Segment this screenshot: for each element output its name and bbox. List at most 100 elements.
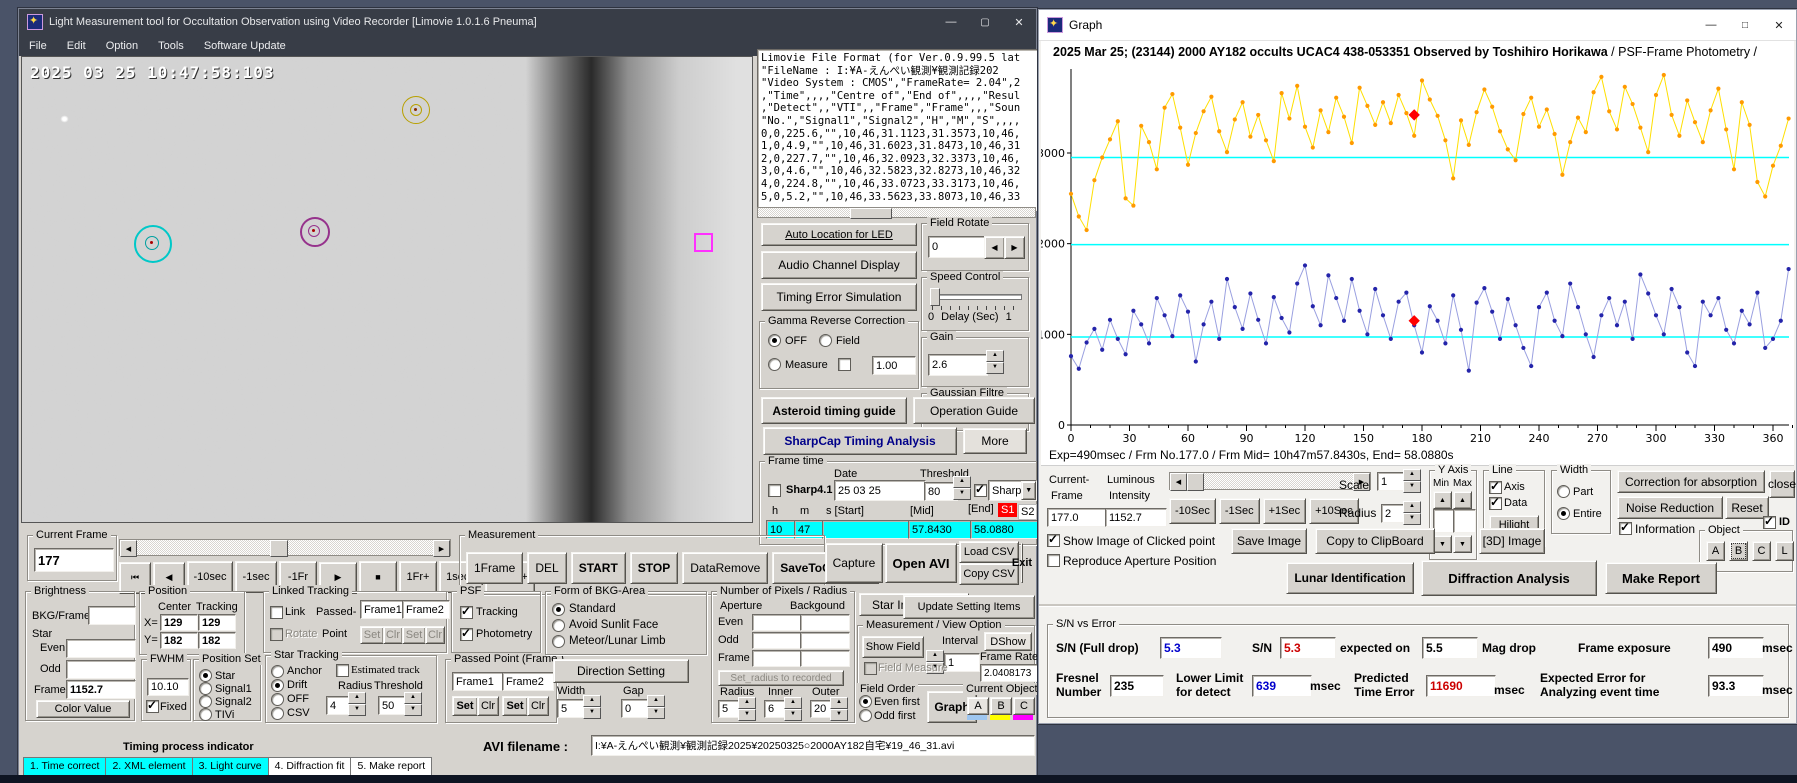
sn-field[interactable]: 5.3 [1280,637,1336,659]
timing-tab-3[interactable]: 3. Light curve [192,757,269,777]
graph-current-frame-field[interactable]: 177.0 [1047,508,1107,527]
field-measure-checkbox[interactable] [864,662,877,675]
luminous-intensity-field[interactable]: 1152.7 [1105,508,1167,527]
lt-clr2-button[interactable]: Clr [425,626,445,644]
link-checkbox[interactable] [270,606,283,619]
lt-frame1-field[interactable]: Frame1 [360,600,408,619]
line-data-checkbox[interactable] [1489,495,1502,510]
s1-indicator[interactable]: S1 [998,503,1018,517]
avi-filename-field[interactable]: I:¥A-えんぺい観測¥観測記録2025¥20250325○2000AY182自… [591,735,1035,756]
measurement-stop-button[interactable]: STOP [629,552,679,584]
lt-clr1-button[interactable]: Clr [383,626,403,644]
mid-second-field[interactable]: 57.8430 [908,520,974,539]
minimize-button[interactable]: — [934,9,968,35]
field-rotate-right-button[interactable]: ▶ [1004,236,1025,259]
graph-maximize-button[interactable]: □ [1728,10,1762,40]
open-avi-button[interactable]: Open AVI [885,543,957,583]
menu-item-file[interactable]: File [19,40,57,52]
aperture-ring-yellow[interactable] [402,96,430,124]
speed-slider-thumb[interactable] [930,288,940,306]
gamma-measure-radio[interactable] [768,358,781,371]
st-radius-spinner[interactable]: ▲ ▼ [348,692,366,716]
sharp41-checkbox[interactable] [768,484,781,497]
file-panel-hscrollbar[interactable] [757,207,1036,219]
measurement-1frame-button[interactable]: 1Frame [466,552,524,584]
speed-slider-track[interactable] [930,294,1022,300]
fwhm-fixed-checkbox[interactable] [146,698,159,713]
star-tracking-anchor-radio[interactable] [271,664,284,678]
direction-setting-button[interactable]: Direction Setting [553,659,689,683]
gamma-value-field[interactable]: 1.00 [872,356,916,375]
pp-frame1-field[interactable]: Frame1 [452,672,504,691]
show-field-button[interactable]: Show Field [862,636,924,658]
star-tracking-off-radio[interactable] [271,692,284,706]
fwhm-field[interactable]: 10.10 [147,678,189,696]
operation-guide-button[interactable]: Operation Guide [913,397,1035,424]
lower-limit-field[interactable]: 639 [1252,675,1312,697]
gain-input[interactable]: 2.6 [928,354,988,376]
timing-error-simulation-button[interactable]: Timing Error Simulation [761,283,917,311]
even-first-radio[interactable] [859,695,872,708]
pp-set2-button[interactable]: Set [502,696,528,716]
reproduce-aperture-checkbox[interactable] [1047,554,1060,567]
bkg-meteor-lunar-limb-radio[interactable] [552,634,565,648]
s2-indicator[interactable]: S2 [1018,504,1038,520]
selection-square-magenta[interactable] [694,233,713,252]
outer-spinner[interactable]: ▲ ▼ [830,697,848,721]
graph-close-button[interactable]: ✕ [1762,10,1796,40]
aperture-ring-cyan[interactable] [134,225,172,263]
show-image-checkbox[interactable] [1047,532,1060,547]
fresnel-number-field[interactable]: 235 [1110,675,1164,697]
pp-clr1-button[interactable]: Clr [477,696,499,716]
maximize-button[interactable]: ▢ [968,9,1002,35]
image-3d-button[interactable]: [3D] Image [1479,528,1545,554]
ymin-up-button[interactable]: ▲ [1433,491,1452,509]
object-l-button[interactable]: L [1775,541,1794,561]
noise-reduction-button[interactable]: Noise Reduction [1617,496,1723,519]
graph-minimize-button[interactable]: — [1694,10,1728,40]
position-set-signal1-radio[interactable] [199,682,212,695]
st-threshold-spinner[interactable]: ▲ ▼ [404,692,422,716]
position-set-tivi-radio[interactable] [199,708,212,721]
date-field[interactable]: 25 03 25 [834,480,926,501]
more-button[interactable]: More [963,428,1027,454]
pp-clr2-button[interactable]: Clr [527,696,549,716]
field-rotate-input[interactable]: 0 [928,236,988,258]
object-a-button[interactable]: A [1706,541,1725,561]
pos-x-center[interactable]: 129 [160,614,198,631]
timing-tab-2[interactable]: 2. XML element [106,757,193,777]
graph-radius-spinner[interactable]: ▲ ▼ [1403,501,1421,525]
star-tracking-drift-radio[interactable] [271,678,284,692]
frame-scrollbar[interactable]: ◀ ▶ [119,539,451,557]
px-even-aperture[interactable] [752,614,802,631]
diffraction-analysis-button[interactable]: Diffraction Analysis [1421,560,1597,596]
chart-plot[interactable]: 0 1000 2000 3000 0 30 60 90 120 150 180 210 240 270 30… [1041,61,1794,465]
lt-set2-button[interactable]: Set [402,626,426,644]
star-odd-field[interactable] [66,660,136,679]
lt-frame2-field[interactable]: Frame2 [402,600,450,619]
transport-7[interactable]: 1Fr+ [399,561,437,593]
ymax-box[interactable] [1453,509,1476,533]
audio-channel-display-button[interactable]: Audio Channel Display [761,251,917,279]
current-object-a[interactable]: A [967,697,989,720]
correction-absorption-button[interactable]: Correction for absorption [1617,470,1765,493]
inner-spinner[interactable]: ▲ ▼ [784,697,802,721]
measurement-start-button[interactable]: START [570,552,626,584]
file-format-panel[interactable]: Limovie File Format (for Ver.0.9.99.5 la… [757,49,1042,211]
field-rotate-left-button[interactable]: ◀ [984,236,1005,259]
px-odd-background[interactable] [800,632,850,649]
bkg-standard-radio[interactable] [552,602,565,616]
aperture-ring-purple[interactable] [300,217,330,247]
update-setting-button[interactable]: Update Setting Items [903,595,1035,619]
graph-close-button-small[interactable]: close [1768,470,1796,498]
light-curve-chart[interactable]: 2025 Mar 25; (23144) 2000 AY182 occults … [1041,41,1794,466]
close-button[interactable]: ✕ [1002,9,1036,35]
ymax-up-button[interactable]: ▲ [1453,491,1472,509]
scale-spinner[interactable]: ▲ ▼ [1403,469,1421,493]
save-image-button[interactable]: Save Image [1231,528,1307,554]
menu-item-option[interactable]: Option [96,40,148,52]
pos-x-tracking[interactable]: 129 [198,614,236,631]
information-checkbox[interactable] [1619,520,1632,535]
object-c-button[interactable]: C [1752,541,1771,561]
frame-exposure-field[interactable]: 490 [1708,637,1764,659]
